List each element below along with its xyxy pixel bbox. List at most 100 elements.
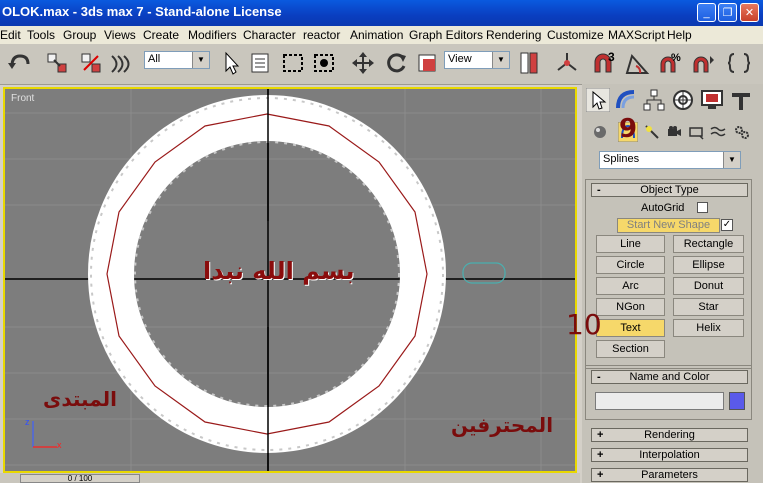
- axis-z-label: z: [25, 417, 30, 427]
- window-title: OLOK.max - 3ds max 7 - Stand-alone Licen…: [2, 4, 282, 19]
- reference-coordinate-dropdown[interactable]: View ▼: [444, 51, 510, 69]
- select-and-rotate-icon[interactable]: [383, 50, 409, 76]
- object-category-value: Splines: [603, 153, 640, 165]
- menu-modifiers[interactable]: Modifiers: [188, 28, 237, 42]
- object-category-dropdown[interactable]: Splines ▼: [599, 151, 741, 169]
- autogrid-label: AutoGrid: [641, 202, 685, 214]
- text-cursor-outline: [462, 262, 506, 284]
- axis-x-label: x: [57, 440, 62, 450]
- select-by-name-icon[interactable]: [248, 50, 274, 76]
- chevron-down-icon: ▼: [492, 52, 509, 68]
- parameters-rollout-title: Parameters: [641, 469, 698, 481]
- lights-category-icon[interactable]: [644, 124, 660, 140]
- geometry-category-icon[interactable]: [592, 124, 608, 140]
- rendering-rollout-title: Rendering: [644, 429, 695, 441]
- time-slider[interactable]: 0 / 100: [20, 474, 140, 483]
- menu-customize[interactable]: Customize: [547, 28, 604, 42]
- autogrid-checkbox[interactable]: [697, 202, 708, 213]
- chevron-down-icon: ▼: [723, 152, 740, 168]
- chevron-down-icon: ▼: [192, 52, 209, 68]
- maximize-button[interactable]: ❐: [718, 3, 737, 22]
- start-new-shape-checkbox[interactable]: ✓: [721, 219, 733, 231]
- object-color-swatch[interactable]: [729, 392, 745, 410]
- main-toolbar: All ▼ View ▼ 3 %: [0, 44, 763, 85]
- selection-filter-value: All: [148, 53, 161, 65]
- menu-animation[interactable]: Animation: [350, 28, 403, 42]
- menu-rendering[interactable]: Rendering: [486, 28, 541, 42]
- systems-category-icon[interactable]: [734, 124, 750, 140]
- expand-icon: +: [597, 469, 604, 481]
- name-color-rollout-header[interactable]: - Name and Color: [591, 370, 748, 384]
- text-button[interactable]: Text: [596, 319, 665, 337]
- percent-snap-toggle-icon[interactable]: %: [657, 50, 683, 76]
- viewport-label[interactable]: Front: [11, 93, 34, 104]
- motion-tab-icon[interactable]: [671, 88, 695, 112]
- use-pivot-center-icon[interactable]: [516, 50, 542, 76]
- start-new-shape-button[interactable]: Start New Shape: [617, 218, 720, 233]
- parameters-rollout-header[interactable]: + Parameters: [591, 468, 748, 482]
- name-color-title: Name and Color: [629, 371, 710, 383]
- menu-maxscript[interactable]: MAXScript: [608, 28, 665, 42]
- arabic-title-text[interactable]: بسم الله نبدا: [203, 257, 354, 285]
- professional-label[interactable]: المحترفين: [451, 413, 553, 437]
- ngon-button[interactable]: NGon: [596, 298, 665, 316]
- select-and-link-icon[interactable]: [44, 50, 70, 76]
- select-and-manipulate-icon[interactable]: [554, 50, 580, 76]
- step-10-annotation: 10: [566, 308, 602, 341]
- star-button[interactable]: Star: [673, 298, 744, 316]
- interpolation-rollout-header[interactable]: + Interpolation: [591, 448, 748, 462]
- rendering-rollout-header[interactable]: + Rendering: [591, 428, 748, 442]
- menu-views[interactable]: Views: [104, 28, 136, 42]
- menu-reactor[interactable]: reactor: [303, 28, 340, 42]
- hierarchy-tab-icon[interactable]: [642, 88, 666, 112]
- minimize-button[interactable]: _: [697, 3, 716, 22]
- edit-named-selection-icon[interactable]: [726, 50, 752, 76]
- interpolation-rollout-title: Interpolation: [639, 449, 700, 461]
- menu-create[interactable]: Create: [143, 28, 179, 42]
- menu-bar: Edit Tools Group Views Create Modifiers …: [0, 26, 763, 44]
- time-slider-bar: 0 / 100: [0, 473, 580, 483]
- ellipse-button[interactable]: Ellipse: [673, 256, 744, 274]
- title-bar: OLOK.max - 3ds max 7 - Stand-alone Licen…: [0, 0, 763, 26]
- modify-tab-icon[interactable]: [614, 88, 638, 112]
- helpers-category-icon[interactable]: [688, 124, 704, 140]
- window-crossing-icon[interactable]: [311, 50, 337, 76]
- menu-tools[interactable]: Tools: [27, 28, 55, 42]
- create-tab-icon[interactable]: [586, 88, 610, 112]
- arc-button[interactable]: Arc: [596, 277, 665, 295]
- select-and-scale-icon[interactable]: [414, 50, 440, 76]
- expand-icon: +: [597, 449, 604, 461]
- display-tab-icon[interactable]: [700, 88, 724, 112]
- snaps-dimension-label: 3: [608, 50, 615, 64]
- section-button[interactable]: Section: [596, 340, 665, 358]
- reference-coordinate-value: View: [448, 53, 472, 65]
- front-viewport[interactable]: Front بسم الله نبدا المبتدى المحترفين z …: [3, 87, 577, 473]
- line-button[interactable]: Line: [596, 235, 665, 253]
- close-button[interactable]: ✕: [740, 3, 759, 22]
- select-object-icon[interactable]: [218, 50, 244, 76]
- menu-graph-editors[interactable]: Graph Editors: [409, 28, 483, 42]
- donut-button[interactable]: Donut: [673, 277, 744, 295]
- bind-space-warp-icon[interactable]: [108, 50, 134, 76]
- rectangle-button[interactable]: Rectangle: [673, 235, 744, 253]
- spinner-snap-toggle-icon[interactable]: [690, 50, 716, 76]
- menu-help[interactable]: Help: [667, 28, 692, 42]
- rectangular-selection-icon[interactable]: [280, 50, 306, 76]
- object-type-rollout-header[interactable]: - Object Type: [591, 183, 748, 197]
- beginner-label[interactable]: المبتدى: [43, 387, 117, 411]
- menu-edit[interactable]: Edit: [0, 28, 21, 42]
- selection-filter-dropdown[interactable]: All ▼: [144, 51, 210, 69]
- svg-text:%: %: [671, 52, 681, 64]
- unlink-selection-icon[interactable]: [78, 50, 104, 76]
- circle-button[interactable]: Circle: [596, 256, 665, 274]
- select-and-move-icon[interactable]: [350, 50, 376, 76]
- menu-group[interactable]: Group: [63, 28, 96, 42]
- undo-icon[interactable]: [6, 50, 32, 76]
- space-warps-category-icon[interactable]: [710, 124, 726, 140]
- menu-character[interactable]: Character: [243, 28, 296, 42]
- helix-button[interactable]: Helix: [673, 319, 744, 337]
- utilities-tab-icon[interactable]: [729, 88, 753, 112]
- angle-snap-toggle-icon[interactable]: [624, 50, 650, 76]
- cameras-category-icon[interactable]: [666, 124, 682, 140]
- object-name-input[interactable]: [595, 392, 724, 410]
